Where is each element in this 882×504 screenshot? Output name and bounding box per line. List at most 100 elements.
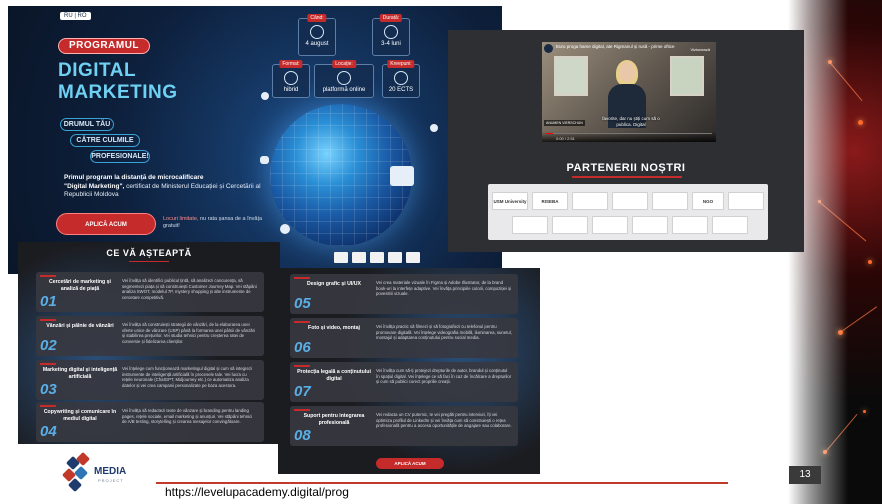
watch-later-button[interactable]: Vizionează	[691, 47, 711, 52]
program-banner: RU | RO PROGRAMUL DIGITAL MARKETING DRUM…	[8, 6, 502, 274]
share-icon	[280, 224, 290, 234]
tagline-3: PROFESIONALE!	[90, 150, 150, 163]
partner-logo	[552, 216, 588, 234]
services-panel-right: Design grafic și UI/UX 05 Vei crea mater…	[278, 268, 540, 474]
partner-logo	[370, 252, 384, 263]
clock-icon	[384, 25, 398, 39]
chat-icon	[260, 156, 269, 164]
service-name: Cercetări de marketing și analiză de pia…	[49, 279, 111, 292]
partner-logo	[388, 252, 402, 263]
partner-logo	[712, 216, 748, 234]
service-card: Foto și video, montaj 06 Vei învăța prac…	[290, 318, 518, 358]
service-description: Vei învăța practic să filmezi și să foto…	[376, 324, 512, 341]
banner-partner-logos	[334, 252, 420, 263]
service-card: Suport pentru integrarea profesională 08…	[290, 406, 518, 446]
gear-icon	[430, 124, 438, 132]
network-icon	[394, 71, 408, 85]
partner-logo: NGO	[692, 192, 724, 210]
service-description: Vei învăța cum să-ți protejezi drepturil…	[376, 368, 512, 385]
intro-bold-1: Primul program la distanță de microcalif…	[64, 174, 204, 181]
language-switch[interactable]: RU | RO	[60, 12, 91, 20]
service-card: Copywriting și comunicare în mediul digi…	[36, 402, 264, 442]
service-number: 06	[294, 339, 311, 356]
partner-logo	[352, 252, 366, 263]
info-card-value: hibrid	[283, 87, 299, 93]
partner-logo	[672, 216, 708, 234]
partner-logo	[632, 216, 668, 234]
tagline-1: DRUMUL TĂU	[60, 118, 114, 131]
info-card-value: platformă online	[322, 87, 366, 93]
page-number: 13	[789, 466, 821, 484]
service-description: Vei învăța să construiești strategii de …	[122, 322, 256, 344]
video-time: 0:00 / 2:51	[556, 136, 575, 141]
partner-logo: USM University	[492, 192, 528, 210]
globe-icon	[284, 71, 298, 85]
service-name: Design grafic și UI/UX	[307, 281, 361, 287]
service-card: Design grafic și UI/UX 05 Vei crea mater…	[290, 274, 518, 314]
info-card-format: Format: hibrid	[272, 60, 310, 98]
video-player[interactable]: Euro proga hame digital, ate Rigmanul și…	[542, 42, 716, 142]
video-subtitles: favorite, dar nu știți cum să o publica.…	[586, 116, 676, 127]
service-name: Copywriting și comunicare în mediul digi…	[43, 409, 117, 422]
info-card-header: Kreepuni:	[387, 60, 415, 68]
footer-url[interactable]: https://levelupacademy.digital/prog	[165, 485, 349, 499]
channel-avatar[interactable]	[544, 44, 553, 53]
info-card-location: Locație: platformă online	[314, 60, 374, 98]
info-card-value: 3-4 luni	[381, 41, 401, 47]
floating-icon	[261, 92, 269, 100]
video-progress-bar[interactable]	[546, 133, 712, 134]
logo-subtitle: PROJECT	[98, 478, 124, 483]
info-card-header: Când:	[307, 14, 327, 22]
info-card-duration: Durată: 3-4 luni	[372, 14, 410, 56]
service-number: 01	[40, 293, 57, 310]
service-name: Marketing digital și inteligență artific…	[42, 367, 118, 380]
info-card-credits: Kreepuni: 20 ECTS	[382, 60, 420, 98]
info-card-value: 20 ECTS	[388, 87, 414, 93]
partner-logo: RISEBA	[532, 192, 568, 210]
subtitle-line-2: publica. Digital	[616, 121, 646, 127]
service-card: Protecția legală a conținutului digital …	[290, 362, 518, 402]
service-number: 02	[40, 337, 57, 354]
video-partners-panel: Euro proga hame digital, ate Rigmanul și…	[448, 30, 804, 252]
service-card: Vânzări și pâlnie de vânzări 02 Vei învă…	[36, 316, 264, 356]
service-number: 05	[294, 295, 311, 312]
program-title: DIGITAL MARKETING	[58, 60, 178, 104]
partner-logo	[652, 192, 688, 210]
service-card: Marketing digital și inteligență artific…	[36, 360, 264, 400]
chart-icon	[390, 166, 414, 186]
service-number: 07	[294, 383, 311, 400]
partner-logo	[592, 216, 628, 234]
partners-title: PARTENERII NOȘTRI	[448, 162, 804, 178]
service-name: Protecția legală a conținutului digital	[297, 369, 371, 382]
info-card-header: Format:	[279, 60, 303, 68]
info-card-date: Când: 4 august	[298, 14, 336, 56]
service-description: Vei învăța să identifici publicul țintă,…	[122, 278, 257, 300]
intro-bold-2: "Digital Marketing",	[64, 182, 125, 190]
title-line-1: DIGITAL	[58, 60, 137, 81]
apply-note-highlight: Locuri limitate,	[163, 216, 199, 222]
service-card: Cercetări de marketing și analiză de pia…	[36, 272, 264, 312]
services-panel-left: CE VĂ AȘTEAPTĂ Cercetări de marketing și…	[18, 242, 280, 444]
service-number: 04	[40, 423, 57, 440]
video-title[interactable]: Euro proga hame digital, ate Rigmanul și…	[556, 44, 696, 49]
service-name: Vânzări și pâlnie de vânzări	[46, 323, 114, 329]
calendar-icon	[310, 25, 324, 39]
info-card-header: Durată:	[379, 14, 403, 22]
program-intro: Primul program la distanță de microcalif…	[64, 174, 264, 200]
speaker-tag: ANUMEN VIERSCHUN	[544, 120, 585, 126]
apply-now-button-bottom[interactable]: APLICĂ ACUM	[376, 458, 444, 469]
service-name: Foto și video, montaj	[308, 325, 360, 331]
partners-logos: USM University RISEBA NGO	[488, 184, 768, 240]
apply-now-button[interactable]: APLICĂ ACUM	[56, 213, 156, 235]
tagline-2: CĂTRE CULMILE	[70, 134, 140, 147]
presentation-slide: RU | RO PROGRAMUL DIGITAL MARKETING DRUM…	[0, 0, 882, 504]
services-title: CE VĂ AȘTEAPTĂ	[18, 248, 280, 262]
program-label: PROGRAMUL	[58, 38, 150, 54]
footer-divider	[156, 482, 728, 484]
media-project-logo: MEDIA PROJECT	[60, 451, 140, 493]
partner-logo	[512, 216, 548, 234]
service-number: 08	[294, 427, 311, 444]
service-description: Vei redacta un CV puternic, te vei pregă…	[376, 412, 512, 429]
info-card-header: Locație:	[332, 60, 356, 68]
partner-logo	[406, 252, 420, 263]
